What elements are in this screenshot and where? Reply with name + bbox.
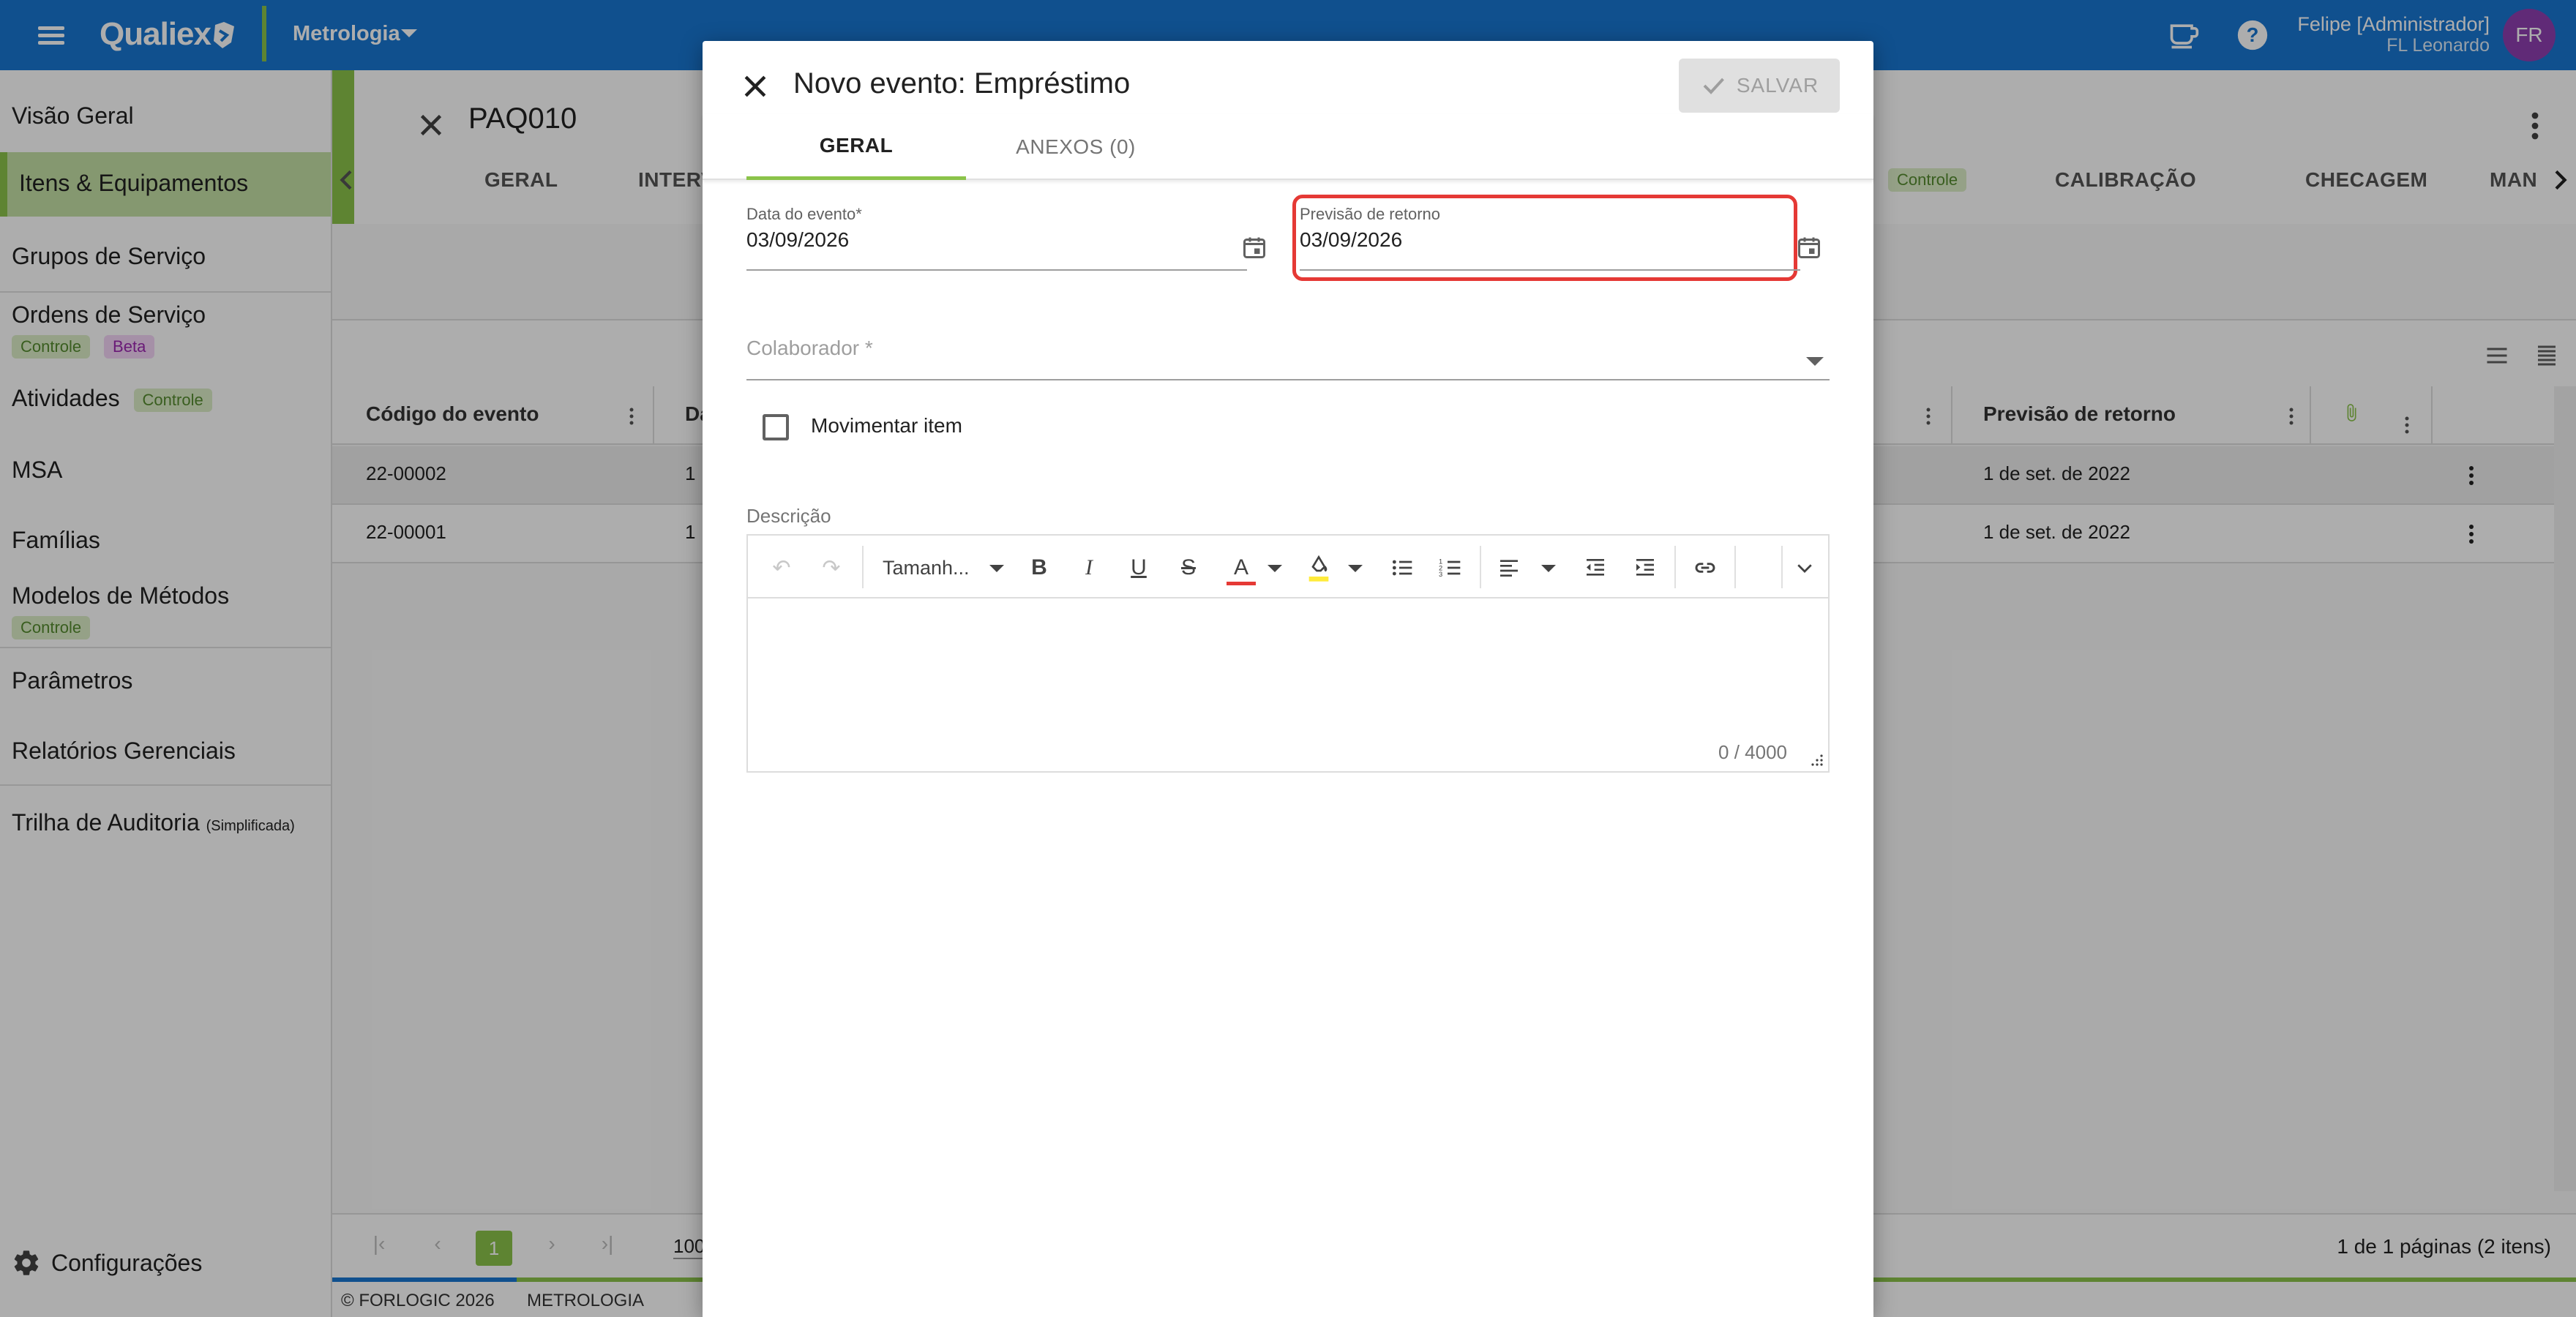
tab-anexos[interactable]: ANEXOS (0) [966,114,1186,180]
indent-icon[interactable] [1630,553,1660,582]
chevron-down-icon[interactable] [1790,553,1819,582]
link-icon[interactable] [1689,553,1721,582]
redo-icon[interactable]: ↷ [817,553,846,582]
undo-icon[interactable]: ↶ [767,553,796,582]
return-forecast-input[interactable] [1300,228,1768,252]
resize-handle-icon[interactable] [1809,752,1824,767]
editor-toolbar: ↶ ↷ Tamanh... B I U S A 123 [748,536,1828,599]
align-icon[interactable] [1494,553,1524,582]
chevron-down-icon[interactable] [1806,357,1824,366]
event-date-input[interactable] [746,228,1215,252]
event-date-label: Data do evento* [746,205,862,223]
character-counter: 0 / 4000 [1718,741,1787,763]
numbered-list-icon[interactable]: 123 [1436,553,1465,582]
save-button[interactable]: SALVAR [1679,59,1840,113]
dialog-tabs: GERAL ANEXOS (0) [703,114,1873,180]
description-label: Descrição [746,505,831,527]
return-forecast-label: Previsão de retorno [1300,205,1440,223]
move-item-label: Movimentar item [811,414,962,437]
description-editor: ↶ ↷ Tamanh... B I U S A 123 0 / 4000 [746,534,1830,773]
highlight-color-icon[interactable] [1304,553,1333,582]
bold-icon[interactable]: B [1025,553,1054,582]
new-event-dialog: Novo evento: Empréstimo SALVAR GERAL ANE… [703,41,1873,1317]
move-item-checkbox[interactable] [763,414,789,440]
italic-icon[interactable]: I [1074,553,1104,582]
close-icon[interactable] [739,70,771,102]
svg-text:3: 3 [1439,571,1442,578]
description-textarea[interactable]: 0 / 4000 [748,599,1828,771]
calendar-icon[interactable] [1241,234,1268,260]
chevron-down-icon[interactable] [1541,565,1556,572]
chevron-down-icon[interactable] [1268,565,1282,572]
underline-icon[interactable]: U [1124,553,1153,582]
bullet-list-icon[interactable] [1388,553,1417,582]
outdent-icon[interactable] [1581,553,1610,582]
chevron-down-icon[interactable] [1348,565,1363,572]
collaborator-select[interactable]: Colaborador * [746,337,873,360]
strikethrough-icon[interactable]: S [1174,553,1203,582]
check-icon [1703,78,1724,94]
calendar-icon[interactable] [1796,234,1822,260]
text-color-icon[interactable]: A [1227,553,1256,585]
font-size-select[interactable]: Tamanh... [883,553,978,582]
tab-geral[interactable]: GERAL [746,114,966,180]
dialog-title: Novo evento: Empréstimo [793,67,1131,100]
chevron-down-icon[interactable] [989,565,1004,572]
